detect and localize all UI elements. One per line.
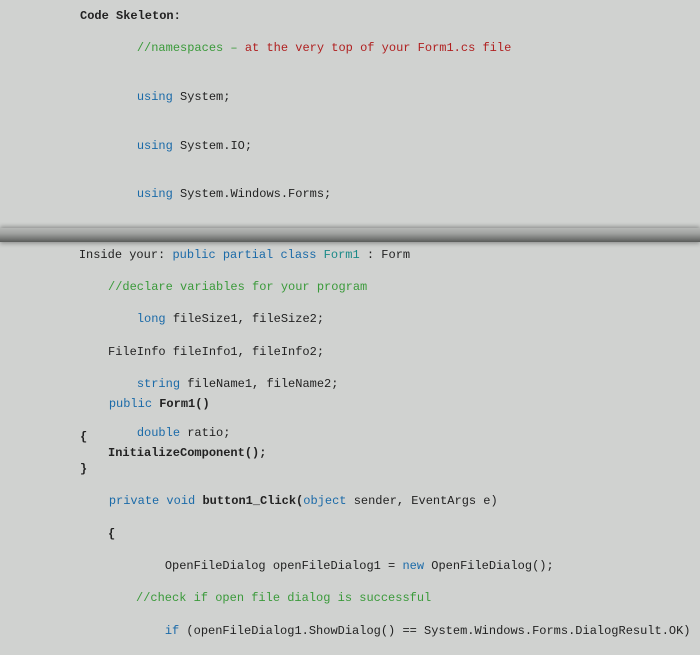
if-showdialog: if (openFileDialog1.ShowDialog() == Syst… — [80, 607, 691, 655]
method-name: button1_Click( — [202, 494, 303, 508]
using-system-io: using System.IO; — [80, 121, 700, 170]
kw-long: long — [137, 312, 173, 326]
ns-comment-red: at the very top of your Form1.cs file — [245, 41, 511, 55]
ctor-decl: public Form1() — [80, 380, 691, 429]
kw-public: public — [109, 397, 159, 411]
kw-using: using — [137, 187, 180, 201]
params: sender, EventArgs e) — [354, 494, 498, 508]
check-comment: //check if open file dialog is successfu… — [80, 590, 691, 606]
code-heading: Code Skeleton: — [80, 8, 700, 24]
ctor-name: Form1() — [159, 397, 209, 411]
kw-using: using — [137, 139, 180, 153]
init-component: InitializeComponent(); — [80, 445, 691, 461]
var-filesize: long fileSize1, fileSize2; — [80, 295, 700, 344]
ofd-ctor: OpenFileDialog(); — [431, 559, 553, 573]
ofd-decl: OpenFileDialog openFileDialog1 = — [165, 559, 403, 573]
ns-system-windows-forms: System.Windows.Forms; — [180, 187, 331, 201]
ns-system: System; — [180, 90, 230, 104]
kw-if: if — [165, 624, 187, 638]
kw-new: new — [402, 559, 431, 573]
brace-close: } — [80, 461, 691, 477]
kw-using: using — [137, 90, 180, 104]
inherits: : Form — [360, 248, 410, 262]
decl-comment: //declare variables for your program — [80, 279, 700, 295]
brace-open: { — [80, 429, 691, 445]
cls-form1: Form1 — [324, 248, 360, 262]
button1-click-decl: private void button1_Click(object sender… — [80, 477, 691, 526]
ns-comment-slashes: //namespaces – — [137, 41, 245, 55]
using-system-windows-forms: using System.Windows.Forms; — [80, 170, 700, 219]
open-file-dialog-new: OpenFileDialog openFileDialog1 = new Ope… — [80, 542, 691, 591]
if-condition: (openFileDialog1.ShowDialog() == System.… — [186, 624, 690, 638]
var-fileinfo: FileInfo fileInfo1, fileInfo2; — [80, 344, 700, 360]
ns-comment: //namespaces – at the very top of your F… — [80, 24, 700, 73]
var-names: fileSize1, fileSize2; — [173, 312, 324, 326]
using-system: using System; — [80, 73, 700, 122]
kw-private-void: private void — [109, 494, 203, 508]
code-bottom-block: public Form1() { InitializeComponent(); … — [80, 380, 691, 655]
ns-system-io: System.IO; — [180, 139, 252, 153]
kw-object: object — [303, 494, 353, 508]
page-divider — [0, 228, 700, 242]
brace-open-2: { — [80, 526, 691, 542]
inside-pre: Inside your: — [79, 248, 173, 262]
kw-public-partial-class: public partial class — [172, 248, 323, 262]
